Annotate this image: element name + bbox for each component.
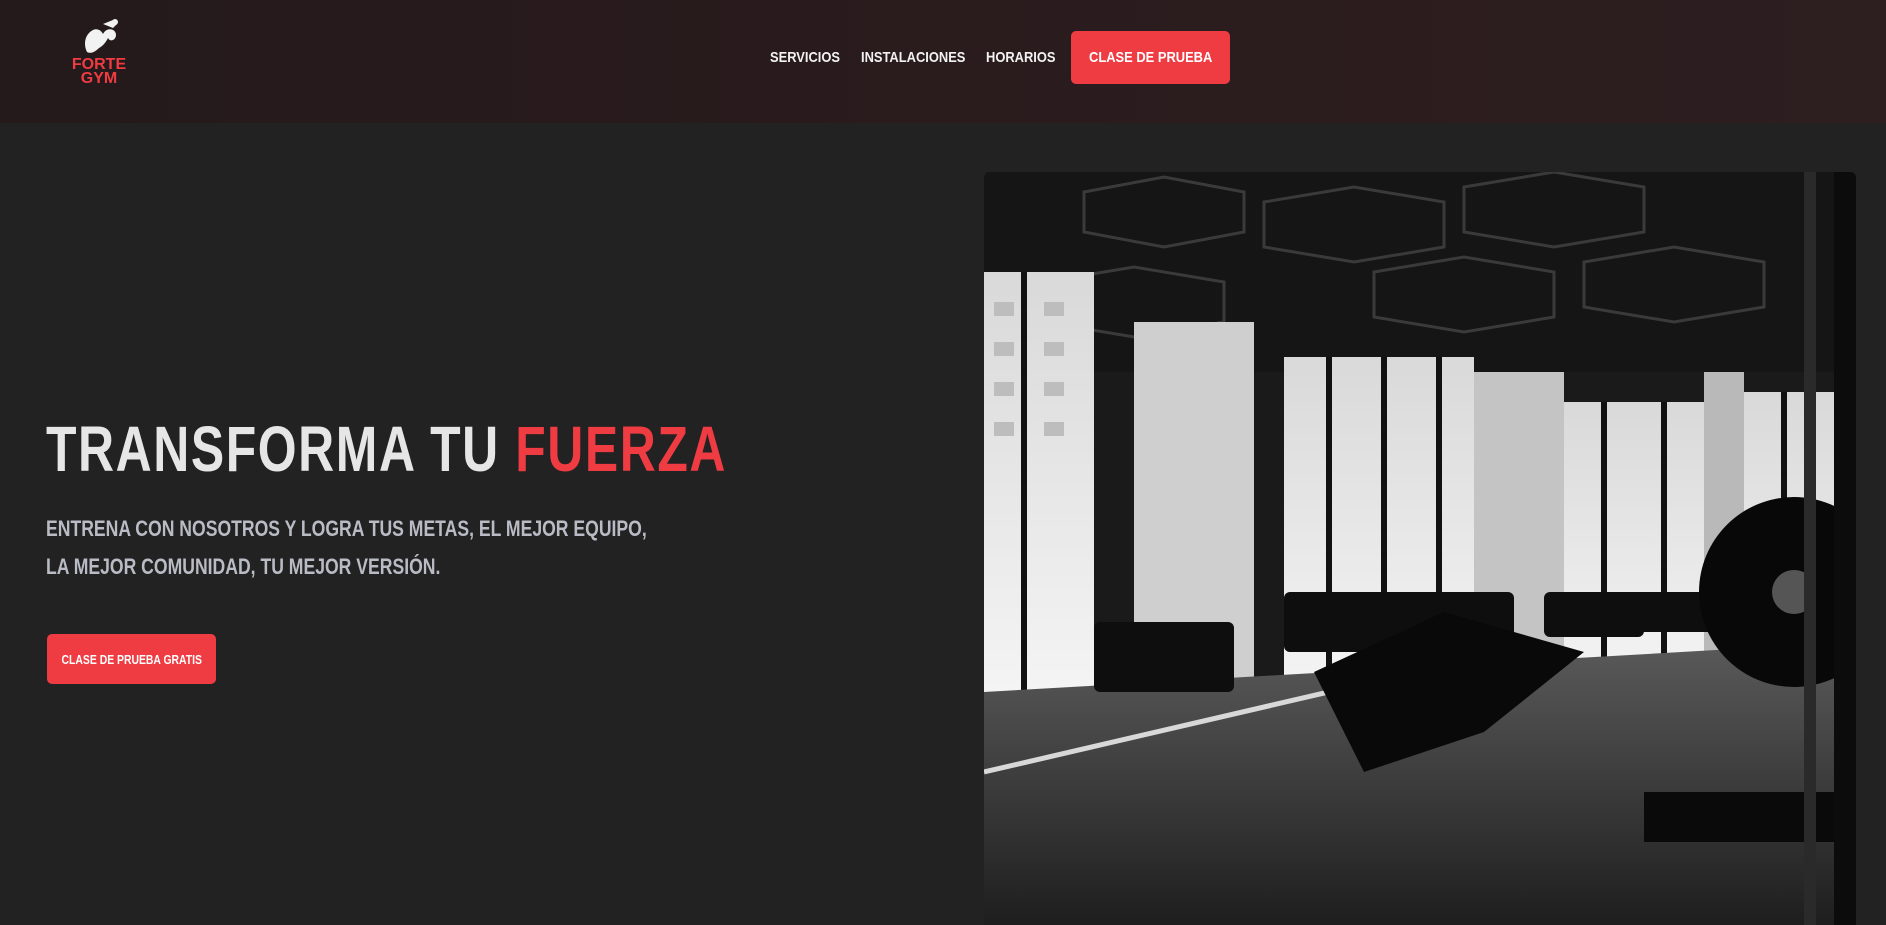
nav-link-instalaciones[interactable]: INSTALACIONES (861, 49, 965, 66)
free-trial-button[interactable]: CLASE DE PRUEBA GRATIS (47, 634, 216, 684)
nav-link-servicios[interactable]: SERVICIOS (770, 49, 840, 66)
gym-interior-illustration (984, 172, 1856, 925)
gym-interior-photo (984, 172, 1856, 925)
trial-class-button-label: CLASE DE PRUEBA (1088, 49, 1213, 66)
hero-subtitle: ENTRENA CON NOSOTROS Y LOGRA TUS METAS, … (46, 516, 647, 579)
hero-title-accent: FUERZA (515, 413, 728, 485)
nav-link-horarios[interactable]: HORARIOS (986, 49, 1056, 66)
site-header: FORTE GYM SERVICIOS INSTALACIONES HORARI… (0, 0, 1886, 123)
hero-title-main: TRANSFORMA TU (46, 413, 516, 485)
hero-title: TRANSFORMA TU FUERZA (46, 412, 727, 486)
main-nav: SERVICIOS INSTALACIONES HORARIOS (770, 31, 1078, 84)
free-trial-button-label: CLASE DE PRUEBA GRATIS (61, 651, 202, 667)
brand-logo[interactable]: FORTE GYM (66, 18, 132, 92)
trial-class-button[interactable]: CLASE DE PRUEBA (1071, 31, 1230, 84)
brand-name-line2: GYM (80, 70, 118, 87)
flexed-arm-icon (85, 19, 118, 53)
